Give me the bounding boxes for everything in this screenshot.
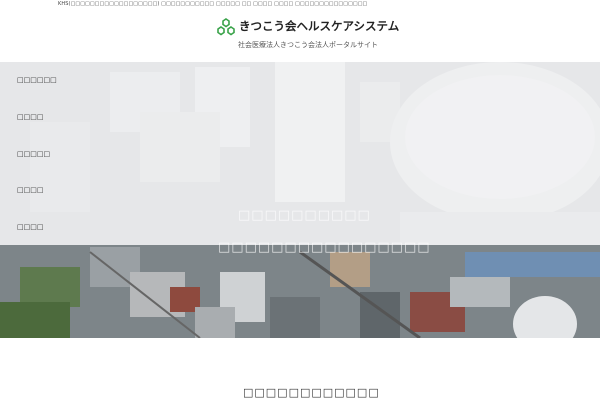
hero-heading: □□□□□□□□□□: [238, 208, 371, 223]
section-title: □□□□□□□□□□□□: [243, 386, 380, 399]
site-title[interactable]: きつこう会ヘルスケアシステム: [239, 18, 399, 34]
nav-item-4[interactable]: □□□□: [17, 186, 43, 194]
top-bar: KHS(□□□□□□□□□□□□□□□□□□) □□□□□□□□□□□ □□□□…: [0, 0, 600, 10]
top-bar-text: KHS(□□□□□□□□□□□□□□□□□□) □□□□□□□□□□□ □□□□…: [58, 1, 368, 7]
hero-subheading: □□□□□□□□□□□□□□□□: [218, 240, 431, 255]
nav-item-3[interactable]: □□□□□: [17, 150, 50, 158]
nav-item-2[interactable]: □□□□: [17, 113, 43, 121]
tortoise-shell-logo-icon[interactable]: [216, 18, 236, 36]
hero-banner: □□□□□□ □□□□ □□□□□ □□□□ □□□□ □□□□□□□□□□ □…: [0, 62, 600, 338]
site-header: きつこう会ヘルスケアシステム 社会医療法人きつこう会法人ポータルサイト: [0, 10, 600, 62]
site-subtitle: 社会医療法人きつこう会法人ポータルサイト: [238, 41, 378, 49]
nav-item-1[interactable]: □□□□□□: [17, 76, 57, 84]
nav-item-5[interactable]: □□□□: [17, 223, 43, 231]
main-nav: □□□□□□ □□□□ □□□□□ □□□□ □□□□: [0, 62, 110, 245]
